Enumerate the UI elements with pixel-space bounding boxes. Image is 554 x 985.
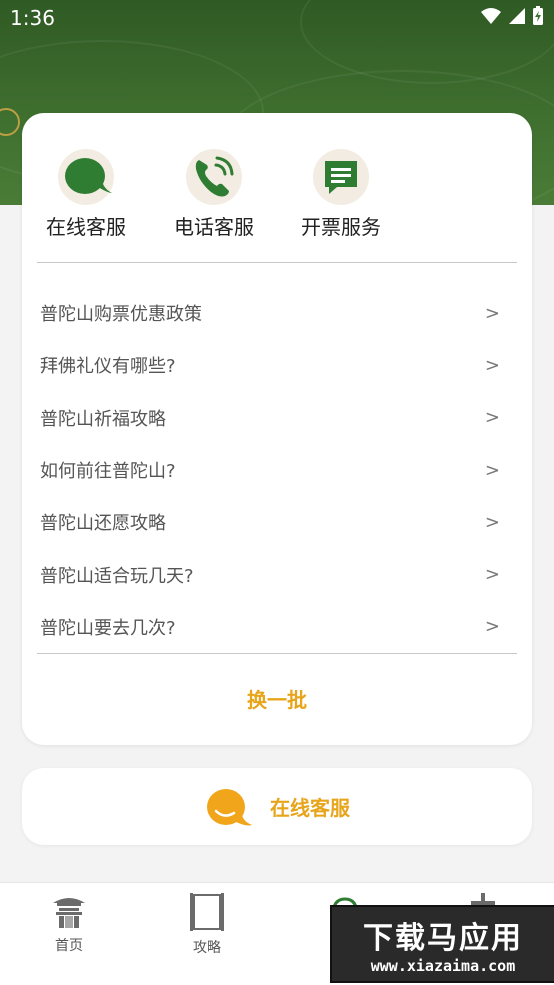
chat-bubble-icon xyxy=(65,158,112,194)
faq-item[interactable]: 普陀山适合玩几天? > xyxy=(37,548,517,600)
divider xyxy=(37,262,517,263)
phone-service-shortcut[interactable]: 电话客服 xyxy=(159,149,269,240)
service-label: 开票服务 xyxy=(301,215,381,239)
watermark-logo: 下载马应用 www.xiazaima.com xyxy=(330,905,554,983)
status-icons xyxy=(480,6,544,26)
faq-question: 普陀山还愿攻略 xyxy=(40,513,166,535)
chevron-right-icon: > xyxy=(484,302,500,324)
divider xyxy=(37,653,517,654)
faq-item[interactable]: 普陀山祈福攻略 > xyxy=(37,392,517,444)
status-time: 1:36 xyxy=(10,6,55,30)
tab-label: 首页 xyxy=(55,938,83,954)
invoice-service-shortcut[interactable]: 开票服务 xyxy=(286,149,396,240)
phone-icon xyxy=(195,156,234,197)
faq-item[interactable]: 如何前往普陀山? > xyxy=(37,444,517,496)
temple-icon xyxy=(53,898,85,928)
chat-bubble-icon xyxy=(207,788,252,825)
battery-icon xyxy=(533,6,543,25)
online-service-shortcut[interactable]: 在线客服 xyxy=(31,149,141,240)
faq-question: 普陀山要去几次? xyxy=(40,617,176,639)
faq-item[interactable]: 普陀山购票优惠政策 > xyxy=(37,287,517,339)
faq-question: 普陀山祈福攻略 xyxy=(40,408,166,430)
online-service-icon-bg xyxy=(58,149,114,205)
watermark-title: 下载马应用 xyxy=(363,921,523,956)
faq-question: 如何前往普陀山? xyxy=(40,461,176,483)
tab-guide[interactable]: 攻略 xyxy=(162,893,252,957)
invoice-message-icon xyxy=(325,161,357,194)
faq-item[interactable]: 普陀山要去几次? > xyxy=(37,601,517,653)
scroll-icon xyxy=(190,893,224,931)
online-service-button-label: 在线客服 xyxy=(270,796,350,820)
service-shortcuts: 在线客服 电话客服 开票服务 xyxy=(22,149,532,249)
service-label: 在线客服 xyxy=(46,215,126,239)
watermark-url: www.xiazaima.com xyxy=(370,957,516,975)
chevron-right-icon: > xyxy=(484,564,500,586)
tab-home[interactable]: 首页 xyxy=(24,893,114,955)
faq-question: 普陀山购票优惠政策 xyxy=(40,304,202,326)
faq-question: 普陀山适合玩几天? xyxy=(40,565,194,587)
faq-question: 拜佛礼仪有哪些? xyxy=(40,356,176,378)
online-service-button[interactable]: 在线客服 xyxy=(22,768,532,845)
phone-service-icon-bg xyxy=(186,149,242,205)
service-label: 电话客服 xyxy=(174,215,254,239)
wifi-icon xyxy=(481,8,501,24)
faq-item[interactable]: 普陀山还愿攻略 > xyxy=(37,496,517,548)
chevron-right-icon: > xyxy=(484,511,500,533)
faq-item[interactable]: 拜佛礼仪有哪些? > xyxy=(37,339,517,391)
chevron-right-icon: > xyxy=(484,354,500,376)
chevron-right-icon: > xyxy=(484,616,500,638)
invoice-service-icon-bg xyxy=(313,149,369,205)
chevron-right-icon: > xyxy=(484,407,500,429)
faq-list: 普陀山购票优惠政策 > 拜佛礼仪有哪些? > 普陀山祈福攻略 > 如何前往普陀山… xyxy=(37,287,517,653)
status-bar: 1:36 xyxy=(0,0,554,36)
chevron-right-icon: > xyxy=(484,459,500,481)
tab-label: 攻略 xyxy=(193,940,221,956)
service-card: 在线客服 电话客服 开票服务 普陀山购票优惠政策 > 拜佛礼仪有哪些? > 普陀… xyxy=(22,113,532,745)
signal-icon xyxy=(509,8,525,24)
refresh-faq-button[interactable]: 换一批 xyxy=(22,684,532,713)
